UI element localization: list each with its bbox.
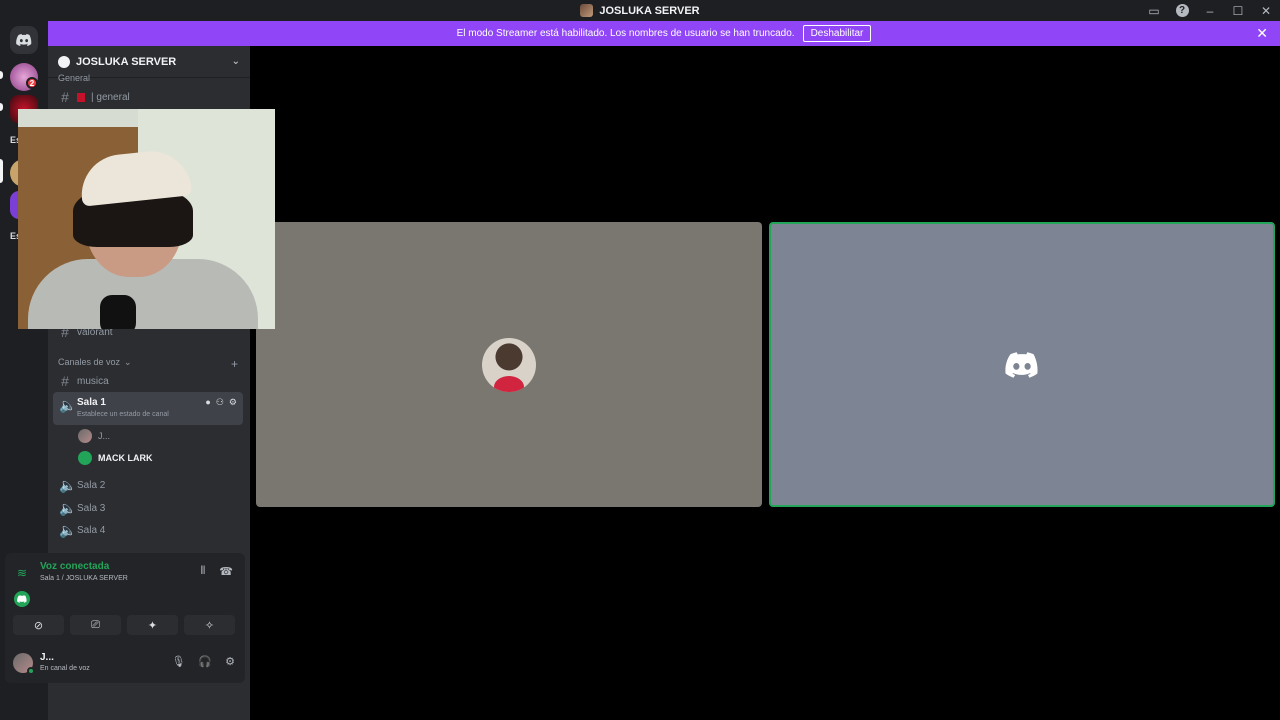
- server-avatar-icon: [580, 4, 594, 17]
- unread-pill: [0, 103, 3, 111]
- online-status-dot: [27, 667, 35, 675]
- chevron-down-icon: ⌄: [124, 357, 132, 367]
- close-icon[interactable]: ✕: [1256, 25, 1268, 42]
- mention-badge: 2: [26, 77, 38, 89]
- member-name: MACK LARK: [98, 453, 153, 463]
- category-general[interactable]: General: [58, 73, 238, 83]
- window-titlebar: JOSLUKA SERVER ▭ ? – ☐ ✕: [0, 0, 1280, 21]
- channel-sala-1[interactable]: 🔈 Sala 1 ● ⚇ ⚙ Establece un estado de ca…: [53, 392, 243, 425]
- gear-icon[interactable]: ⚙: [229, 397, 237, 408]
- add-channel-icon[interactable]: +: [231, 357, 238, 371]
- discord-icon: [1005, 351, 1038, 378]
- channel-label: Sala 1: [77, 397, 106, 408]
- channel-general[interactable]: # | general: [53, 86, 243, 108]
- noise-suppression-icon[interactable]: ⦀: [200, 565, 205, 578]
- disable-streamer-button[interactable]: Deshabilitar: [802, 25, 872, 42]
- channel-label: Sala 2: [77, 479, 106, 491]
- speaker-icon: 🔈: [59, 521, 77, 538]
- close-window-button[interactable]: ✕: [1252, 0, 1280, 21]
- channel-sala-3[interactable]: 🔈 Sala 3: [53, 497, 243, 519]
- selected-pill: [0, 159, 3, 183]
- chevron-down-icon: ⌄: [231, 56, 240, 67]
- speaker-icon: 🔈: [59, 476, 77, 493]
- discord-activity-icon[interactable]: [14, 591, 30, 607]
- channel-sala-4[interactable]: 🔈 Sala 4: [53, 519, 243, 541]
- banner-text: El modo Streamer está habilitado. Los no…: [456, 28, 795, 39]
- hash-icon: #: [61, 89, 69, 105]
- user-name: J...: [40, 652, 54, 663]
- streamer-mode-banner: El modo Streamer está habilitado. Los no…: [48, 21, 1280, 46]
- voice-controls: ⦀ ☎: [200, 565, 233, 578]
- screen-share-button[interactable]: ⎚: [70, 615, 121, 635]
- chat-icon[interactable]: ●: [205, 397, 210, 408]
- channel-musica[interactable]: # musica: [53, 370, 243, 392]
- camera-off-button[interactable]: ⊘: [13, 615, 64, 635]
- speaker-icon: 🔈: [59, 499, 77, 516]
- voice-stage: [250, 46, 1280, 720]
- avatar: [482, 337, 536, 392]
- member-name: J...: [98, 431, 111, 441]
- participant-tile-speaking[interactable]: [769, 222, 1275, 507]
- disconnect-icon[interactable]: ☎: [219, 565, 233, 578]
- avatar: [78, 429, 92, 443]
- channel-label: musica: [77, 375, 109, 387]
- server-badge-icon: [58, 55, 70, 68]
- user-status: En canal de voz: [40, 665, 90, 672]
- soundboard-button[interactable]: ✧: [184, 615, 235, 635]
- channel-label: Sala 3: [77, 502, 106, 514]
- avatar: [78, 451, 92, 465]
- category-label: General: [58, 73, 91, 83]
- voice-status: Voz conectada: [40, 561, 110, 572]
- voice-panel: ≋ Voz conectada Sala 1 / JOSLUKA SERVER …: [5, 553, 245, 683]
- unread-pill: [0, 71, 3, 79]
- help-icon[interactable]: ?: [1168, 0, 1196, 21]
- channel-sala-2[interactable]: 🔈 Sala 2: [53, 474, 243, 496]
- microphone-icon[interactable]: 🎙: [171, 655, 185, 668]
- inbox-icon[interactable]: ▭: [1140, 0, 1168, 21]
- category-label: Canales de voz: [58, 357, 121, 367]
- minimize-button[interactable]: –: [1196, 0, 1224, 21]
- emoji-icon: [77, 92, 85, 102]
- voice-action-buttons: ⊘ ⎚ ✦ ✧: [13, 615, 235, 635]
- window-title: JOSLUKA SERVER: [580, 4, 700, 17]
- microphone-prop: [100, 295, 136, 329]
- participant-tile[interactable]: [256, 222, 762, 507]
- channel-status-hint[interactable]: Establece un estado de canal: [77, 411, 169, 418]
- discord-icon: [16, 34, 32, 46]
- speaker-icon: 🔈: [59, 397, 77, 413]
- voice-location[interactable]: Sala 1 / JOSLUKA SERVER: [40, 575, 128, 582]
- voice-member[interactable]: MACK LARK: [78, 451, 153, 465]
- user-controls: 🎙 🎧 ⚙: [171, 655, 235, 668]
- user-area: J... En canal de voz 🎙 🎧 ⚙: [13, 651, 239, 677]
- headphones-icon[interactable]: 🎧: [198, 655, 212, 668]
- window-title-text: JOSLUKA SERVER: [599, 4, 700, 17]
- activities-button[interactable]: ✦: [127, 615, 178, 635]
- signal-icon[interactable]: ≋: [17, 566, 27, 580]
- category-voice[interactable]: Canales de voz ⌄ +: [58, 357, 238, 371]
- invite-icon[interactable]: ⚇: [216, 397, 224, 408]
- gear-icon[interactable]: ⚙: [225, 655, 235, 668]
- maximize-button[interactable]: ☐: [1224, 0, 1252, 21]
- voice-member[interactable]: J...: [78, 429, 110, 443]
- webcam-overlay: [18, 109, 275, 329]
- channel-label: | general: [91, 91, 130, 103]
- hash-icon: #: [61, 373, 69, 389]
- window-controls: ▭ ? – ☐ ✕: [1140, 0, 1280, 21]
- channel-label: Sala 4: [77, 524, 106, 536]
- server-name: JOSLUKA SERVER: [76, 55, 177, 68]
- channel-tools: ● ⚇ ⚙: [205, 397, 237, 408]
- home-button[interactable]: [10, 26, 38, 54]
